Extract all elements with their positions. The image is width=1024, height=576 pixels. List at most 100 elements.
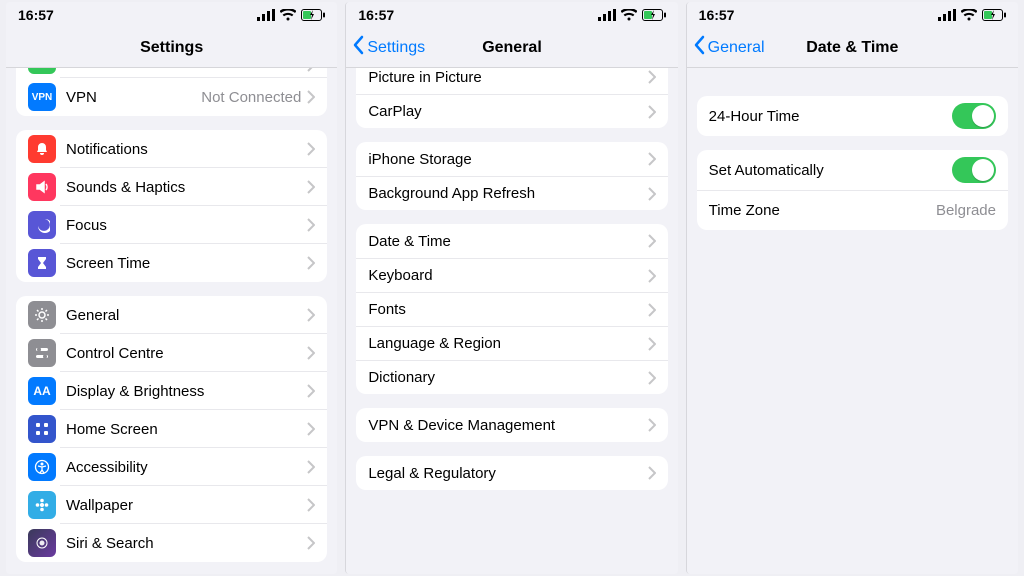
battery-charging-icon	[982, 9, 1006, 21]
settings-row-screentime[interactable]: Screen Time	[16, 244, 327, 282]
settings-row-accessibility[interactable]: Accessibility	[16, 448, 327, 486]
phone-icon	[28, 68, 56, 74]
settings-row-controlcentre[interactable]: Control Centre	[16, 334, 327, 372]
chevron-right-icon	[307, 460, 315, 474]
settings-row-label: Home Screen	[66, 421, 307, 438]
vpn-icon: VPN	[28, 83, 56, 111]
chevron-right-icon	[648, 70, 656, 84]
row-label: Picture in Picture	[368, 69, 647, 86]
status-bar: 16:57	[6, 2, 337, 28]
general-section-d: VPN & Device Management	[356, 408, 667, 442]
datetime-pane: 16:57 General Date & Time 24-Hour Time S…	[686, 2, 1018, 574]
settings-row-label: Wallpaper	[66, 497, 307, 514]
battery-charging-icon	[301, 9, 325, 21]
general-row-legal[interactable]: Legal & Regulatory	[356, 456, 667, 490]
settings-row-label: Control Centre	[66, 345, 307, 362]
row-value: Belgrade	[936, 202, 996, 219]
aa-icon: AA	[28, 377, 56, 405]
nav-bar: Settings	[6, 28, 337, 68]
chevron-right-icon	[648, 303, 656, 317]
settings-row-vpn[interactable]: VPN VPN Not Connected	[16, 78, 327, 116]
chevron-right-icon	[648, 269, 656, 283]
general-section-e: Legal & Regulatory	[356, 456, 667, 490]
datetime-row-timezone[interactable]: Time Zone Belgrade	[697, 190, 1008, 230]
cellular-icon	[257, 9, 275, 21]
settings-row-label: VPN	[66, 89, 201, 106]
settings-row-general[interactable]: General	[16, 296, 327, 334]
chevron-right-icon	[307, 422, 315, 436]
chevron-right-icon	[307, 536, 315, 550]
hourglass-icon	[28, 249, 56, 277]
settings-row-notifications[interactable]: Notifications	[16, 130, 327, 168]
datetime-row-auto[interactable]: Set Automatically	[697, 150, 1008, 190]
settings-row-label: Accessibility	[66, 459, 307, 476]
chevron-right-icon	[648, 418, 656, 432]
general-pane: 16:57 Settings General Picture in Pictur…	[345, 2, 677, 574]
general-row-pip[interactable]: Picture in Picture	[356, 68, 667, 94]
settings-row-sounds[interactable]: Sounds & Haptics	[16, 168, 327, 206]
general-row-datetime[interactable]: Date & Time	[356, 224, 667, 258]
status-icons	[938, 9, 1006, 21]
settings-root-pane: 16:57 Settings VPN VPN	[6, 2, 337, 574]
chevron-right-icon	[307, 68, 315, 72]
chevron-right-icon	[307, 218, 315, 232]
chevron-left-icon	[352, 35, 364, 60]
general-row-carplay[interactable]: CarPlay	[356, 94, 667, 128]
row-label: Fonts	[368, 301, 647, 318]
toggle-24h[interactable]	[952, 103, 996, 129]
general-row-vpn-mgmt[interactable]: VPN & Device Management	[356, 408, 667, 442]
cellular-icon	[938, 9, 956, 21]
chevron-right-icon	[307, 256, 315, 270]
gear-icon	[28, 301, 56, 329]
back-button[interactable]: General	[693, 28, 765, 67]
row-label: Keyboard	[368, 267, 647, 284]
status-bar: 16:57	[687, 2, 1018, 28]
settings-row-label: General	[66, 307, 307, 324]
cellular-icon	[598, 9, 616, 21]
chevron-right-icon	[648, 105, 656, 119]
wifi-icon	[280, 9, 296, 21]
general-row-dictionary[interactable]: Dictionary	[356, 360, 667, 394]
settings-row-label: Focus	[66, 217, 307, 234]
moon-icon	[28, 211, 56, 239]
chevron-left-icon	[693, 35, 705, 60]
nav-title: General	[482, 39, 542, 57]
person-icon	[28, 453, 56, 481]
settings-row-focus[interactable]: Focus	[16, 206, 327, 244]
general-section-a: Picture in Picture CarPlay	[356, 68, 667, 128]
switches-icon	[28, 339, 56, 367]
chevron-right-icon	[648, 337, 656, 351]
general-row-fonts[interactable]: Fonts	[356, 292, 667, 326]
general-row-bgrefresh[interactable]: Background App Refresh	[356, 176, 667, 210]
toggle-auto[interactable]	[952, 157, 996, 183]
nav-title: Settings	[140, 39, 203, 57]
settings-section-network: VPN VPN Not Connected	[16, 68, 327, 116]
chevron-right-icon	[648, 466, 656, 480]
chevron-right-icon	[307, 498, 315, 512]
status-bar: 16:57	[346, 2, 677, 28]
row-label: CarPlay	[368, 103, 647, 120]
general-row-keyboard[interactable]: Keyboard	[356, 258, 667, 292]
chevron-right-icon	[307, 90, 315, 104]
back-button[interactable]: Settings	[352, 28, 425, 67]
general-row-storage[interactable]: iPhone Storage	[356, 142, 667, 176]
status-icons	[598, 9, 666, 21]
settings-row-siri[interactable]: Siri & Search	[16, 524, 327, 562]
nav-bar: Settings General	[346, 28, 677, 68]
row-label: Date & Time	[368, 233, 647, 250]
general-row-language[interactable]: Language & Region	[356, 326, 667, 360]
settings-row-label: Display & Brightness	[66, 383, 307, 400]
back-label: General	[708, 39, 765, 57]
datetime-row-24h[interactable]: 24-Hour Time	[697, 96, 1008, 136]
general-section-b: iPhone Storage Background App Refresh	[356, 142, 667, 210]
row-label: Language & Region	[368, 335, 647, 352]
chevron-right-icon	[648, 234, 656, 248]
row-label: Time Zone	[709, 202, 936, 219]
settings-row-label: Screen Time	[66, 255, 307, 272]
settings-row-label: Sounds & Haptics	[66, 179, 307, 196]
settings-row-homescreen[interactable]: Home Screen	[16, 410, 327, 448]
chevron-right-icon	[648, 152, 656, 166]
datetime-section-2: Set Automatically Time Zone Belgrade	[697, 150, 1008, 230]
settings-row-display[interactable]: AA Display & Brightness	[16, 372, 327, 410]
settings-row-wallpaper[interactable]: Wallpaper	[16, 486, 327, 524]
